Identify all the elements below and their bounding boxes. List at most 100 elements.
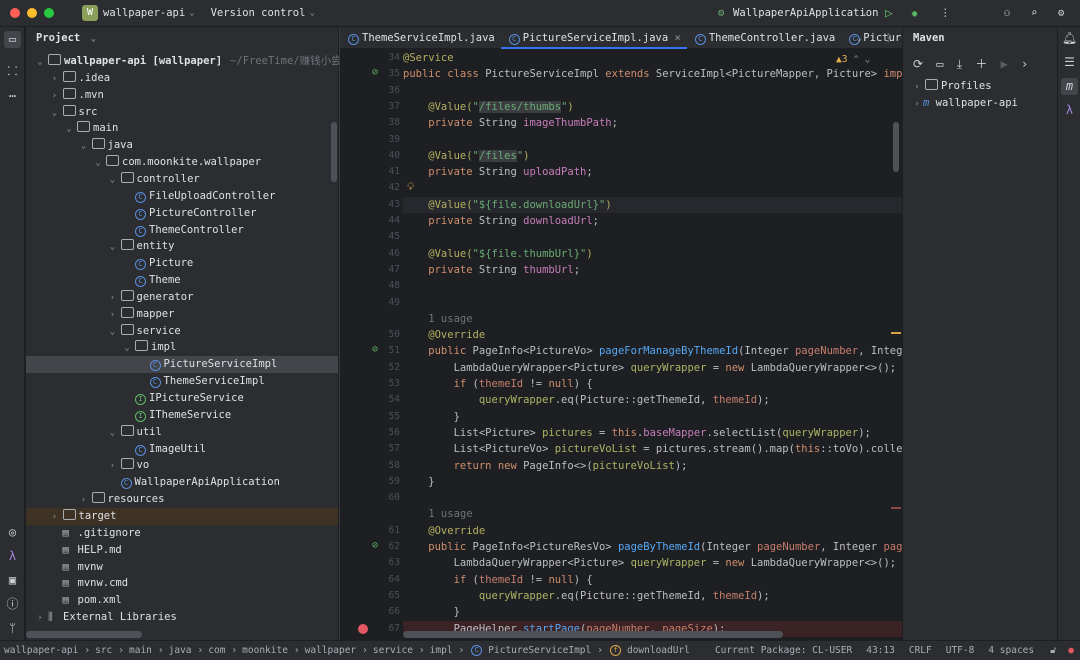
chevron-right-icon[interactable]: ›	[107, 307, 119, 324]
gear-icon[interactable]: ⚙	[1058, 7, 1064, 19]
implements-gutter-icon[interactable]: ⊘	[372, 540, 378, 551]
tree-item[interactable]: C Theme	[26, 272, 338, 289]
debug-icon[interactable]: ✹	[911, 6, 918, 20]
reload-folder-icon[interactable]: ▭	[936, 57, 943, 71]
cursor-position[interactable]: 43:13	[866, 645, 895, 656]
project-selector[interactable]: wallpaper-api	[103, 7, 185, 19]
tree-item[interactable]: ⌄ entity	[26, 238, 338, 255]
breakpoint-icon[interactable]	[358, 623, 368, 634]
tree-item[interactable]: C ThemeController	[26, 222, 338, 239]
chevron-down-icon[interactable]: ⌄	[92, 155, 104, 172]
chevron-down-icon[interactable]: ⌄	[49, 105, 61, 122]
maven-icon[interactable]: m	[1061, 78, 1078, 95]
maven-item-profiles[interactable]: › Profiles	[903, 78, 1058, 95]
services-icon[interactable]: ◎	[4, 524, 21, 541]
close-tab-icon[interactable]: ×	[675, 32, 681, 44]
tree-item[interactable]: › vo	[26, 457, 338, 474]
tabs-more-icon[interactable]: ⋮	[883, 27, 894, 49]
tree-item[interactable]: ⌄ java	[26, 137, 338, 154]
maximize-window-button[interactable]	[44, 8, 54, 18]
tree-item[interactable]: ⌄ util	[26, 424, 338, 441]
tree-item[interactable]: › generator	[26, 289, 338, 306]
tree-item[interactable]: ▤ mvnw.cmd	[26, 575, 338, 592]
run-icon[interactable]: ▶	[1001, 57, 1008, 71]
breadcrumb-item[interactable]: wallpaper-api	[4, 645, 78, 656]
indent[interactable]: 4 spaces	[988, 645, 1034, 656]
chevron-right-icon[interactable]: ›	[1021, 57, 1028, 71]
tree-item[interactable]: C Picture	[26, 255, 338, 272]
run-icon[interactable]: ▷	[885, 6, 893, 21]
tree-item[interactable]: ▤ HELP.md	[26, 542, 338, 559]
project-panel-title[interactable]: Project ⌄	[36, 32, 96, 44]
tree-item[interactable]: ⌄ wallpaper-api [wallpaper] ~/FreeTime/赚钱小…	[26, 53, 352, 71]
tree-item[interactable]: › .mvn	[26, 87, 338, 104]
breadcrumb-item[interactable]: moonkite	[242, 645, 288, 656]
more-icon[interactable]: …	[4, 85, 21, 102]
tree-item[interactable]: C WallpaperApiApplication	[26, 474, 338, 491]
tree-item[interactable]: › target	[26, 507, 338, 526]
chevron-down-icon[interactable]: ⌄	[107, 425, 119, 442]
problems-icon[interactable]: ⓘ	[4, 596, 21, 613]
maven-item-project[interactable]: › m wallpaper-api	[903, 95, 1058, 112]
tree-item[interactable]: C ImageUtil	[26, 441, 338, 458]
chevron-down-icon[interactable]: ⌄	[63, 121, 75, 138]
breadcrumb-item[interactable]: PictureServiceImpl	[488, 645, 591, 656]
tree-hscrollbar[interactable]	[26, 631, 142, 638]
lightbulb-icon[interactable]: 💡︎	[407, 181, 414, 194]
editor-tab[interactable]: C ThemeServiceImpl.java	[340, 27, 501, 49]
tree-item[interactable]: ⌄ controller	[26, 171, 338, 188]
breadcrumb-item[interactable]: downloadUrl	[627, 645, 690, 656]
chevron-down-icon[interactable]: ⌄	[121, 340, 133, 357]
chevron-down-icon[interactable]: ⌄	[107, 239, 119, 256]
lambda-icon[interactable]: λ	[1061, 102, 1078, 119]
implements-gutter-icon[interactable]: ⊘	[372, 344, 378, 355]
implements-gutter-icon[interactable]: ⊘	[372, 67, 378, 78]
git-icon[interactable]: ᛘ	[4, 620, 21, 637]
tree-item[interactable]: C ThemeServiceImpl	[26, 373, 338, 390]
chevron-down-icon[interactable]: ⌄	[34, 54, 46, 71]
add-icon[interactable]: ＋	[975, 57, 987, 71]
tree-item[interactable]: › resources	[26, 491, 338, 508]
breadcrumb-item[interactable]: src	[95, 645, 112, 656]
download-icon[interactable]: ⤓	[957, 57, 962, 71]
lambda-icon[interactable]: λ	[4, 548, 21, 565]
breadcrumb-item[interactable]: impl	[430, 645, 453, 656]
tree-item[interactable]: ⌄ main	[26, 120, 338, 137]
tabs-dropdown-icon[interactable]: ⌄	[856, 27, 862, 49]
error-icon[interactable]: ●	[1068, 645, 1074, 656]
tree-item[interactable]: C PictureServiceImpl	[26, 356, 338, 374]
folder-icon[interactable]: ▭	[4, 31, 21, 48]
more-icon[interactable]: ⋮	[940, 7, 951, 19]
reload-icon[interactable]: ⟳	[913, 57, 923, 71]
chevron-right-icon[interactable]: ›	[49, 71, 61, 88]
breadcrumb-item[interactable]: java	[169, 645, 192, 656]
chevron-right-icon[interactable]: ›	[34, 610, 46, 627]
editor-vscrollbar[interactable]	[893, 122, 899, 172]
lock-icon[interactable]: 🔓︎	[1050, 645, 1056, 656]
chevron-right-icon[interactable]: ›	[107, 458, 119, 475]
current-package[interactable]: Current Package: CL-USER	[715, 645, 852, 656]
breadcrumb-item[interactable]: wallpaper	[305, 645, 356, 656]
minimize-window-button[interactable]	[27, 8, 37, 18]
breadcrumb-item[interactable]: com	[208, 645, 225, 656]
tree-item[interactable]: ▤ .gitignore	[26, 525, 338, 542]
tree-item[interactable]: I IPictureService	[26, 390, 338, 407]
tree-item[interactable]: I IThemeService	[26, 407, 338, 424]
encoding[interactable]: UTF-8	[946, 645, 975, 656]
line-separator[interactable]: CRLF	[909, 645, 932, 656]
chevron-right-icon[interactable]: ›	[49, 509, 61, 526]
tree-item[interactable]: ⌄ src	[26, 104, 338, 121]
editor-hscrollbar[interactable]	[403, 631, 783, 638]
tree-item[interactable]: C PictureController	[26, 205, 338, 222]
chevron-down-icon[interactable]: ⌄	[107, 172, 119, 189]
tree-item[interactable]: ⌄ impl	[26, 339, 338, 356]
search-icon[interactable]: ⌕	[1031, 7, 1037, 19]
tree-item[interactable]: ⌄ com.moonkite.wallpaper	[26, 154, 338, 171]
close-window-button[interactable]	[10, 8, 20, 18]
notifications-icon[interactable]: 🔔︎	[1061, 30, 1078, 47]
tree-item[interactable]: › mapper	[26, 306, 338, 323]
breadcrumb-item[interactable]: main	[129, 645, 152, 656]
tree-item[interactable]: C FileUploadController	[26, 188, 338, 205]
chevron-right-icon[interactable]: ›	[107, 290, 119, 307]
run-config-selector[interactable]: WallpaperApiApplication	[733, 7, 878, 19]
